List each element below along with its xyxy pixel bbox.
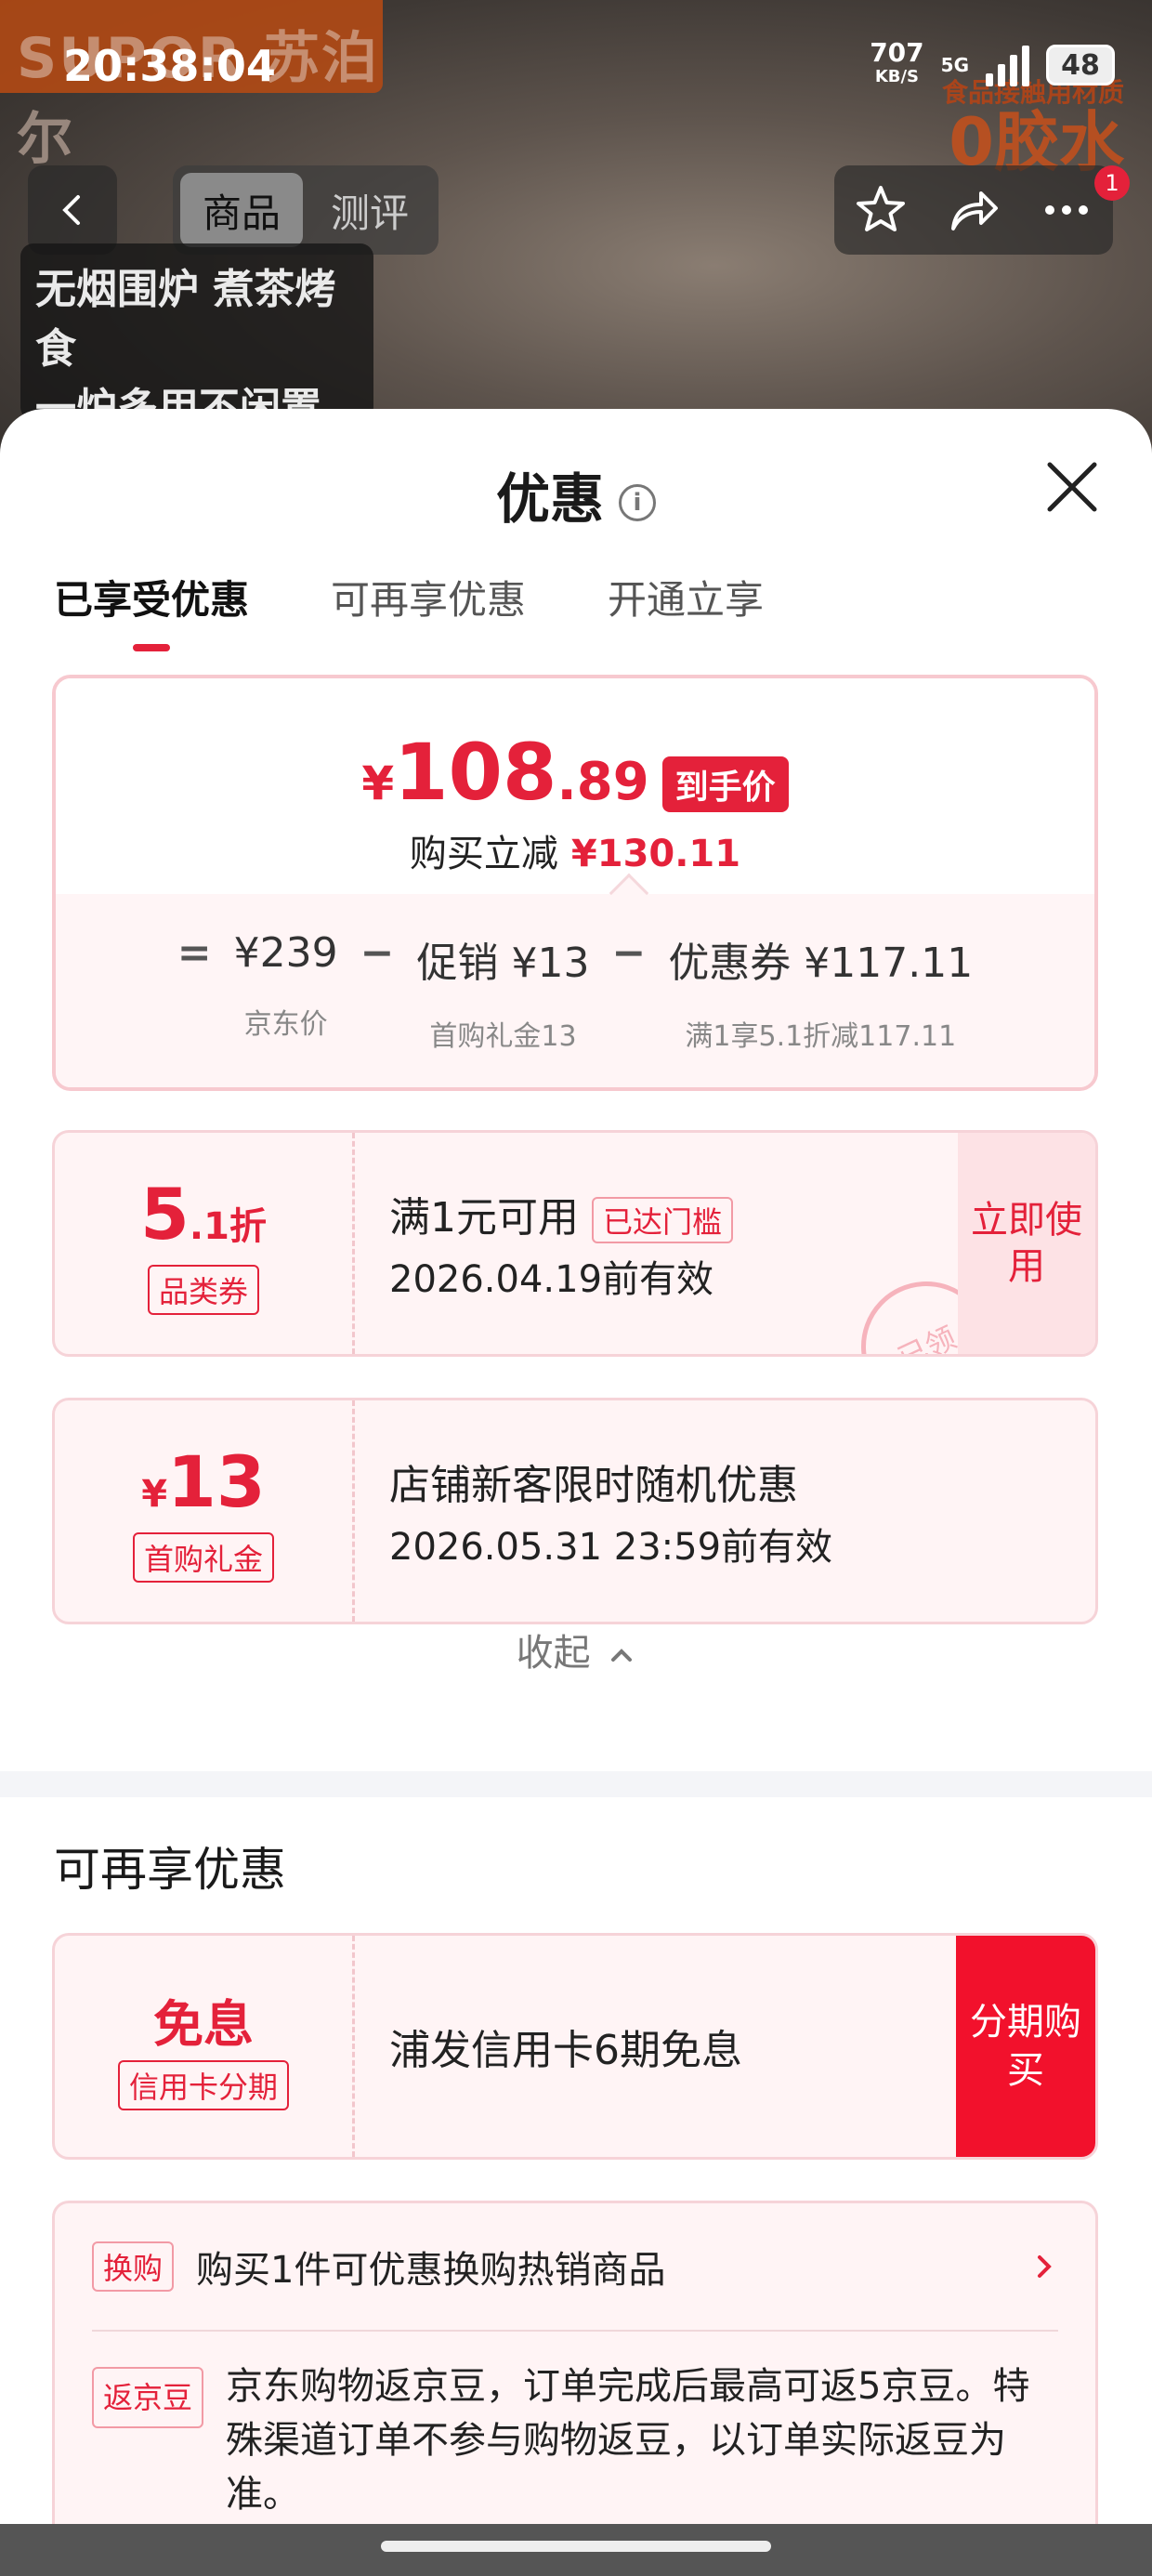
tab-more-available[interactable]: 可再享优惠 (331, 569, 526, 625)
gift-value: ¥13 首购礼金 (55, 1400, 352, 1622)
status-time: 20:38:04 (63, 41, 276, 91)
star-icon[interactable] (853, 182, 909, 238)
minus-sign: − (360, 929, 395, 977)
tab-reviews[interactable]: 测评 (308, 173, 431, 247)
discount-sheet: 优惠 i 已享受优惠 可再享优惠 开通立享 ¥108.89 到手价 购买立减 ¥130… (0, 409, 1152, 2576)
tab-product[interactable]: 商品 (180, 173, 303, 247)
tab-enjoyed[interactable]: 已享受优惠 (54, 569, 249, 651)
gift-type-tag: 首购礼金 (132, 1531, 274, 1583)
back-button[interactable] (28, 165, 117, 255)
signal-icon (986, 44, 1029, 86)
first-purchase-gift: ¥13 首购礼金 店铺新客限时随机优惠 2026.05.31 23:59前有效 (52, 1398, 1098, 1624)
network-type: 5G (940, 54, 969, 76)
reduce-line: 购买立减 ¥130.11 (409, 833, 741, 875)
installment-buy-button[interactable]: 分期购买 (956, 1936, 1095, 2157)
discount-tabs: 已享受优惠 可再享优惠 开通立享 (54, 569, 764, 651)
category-coupon: 5.1折 品类券 满1元可用 已达门槛 2026.04.19前有效 已领 立即使用 (52, 1130, 1098, 1357)
installment-value: 免息 信用卡分期 (55, 1936, 352, 2157)
battery-icon: 48 (1046, 45, 1115, 85)
minus-sign: − (611, 929, 647, 977)
more-icon[interactable] (1039, 182, 1094, 238)
brand-logo: SUPOR 苏泊尔 (17, 26, 380, 172)
coupon-value: 5.1折 品类券 (55, 1133, 352, 1354)
price-breakdown: = ¥239 京东价 − 促销 ¥13 首购礼金13 − 优惠券 ¥117.11… (56, 894, 1094, 1087)
promo-deduction: 促销 ¥13 首购礼金13 (416, 940, 590, 1053)
jingdou-text: 京东购物返京豆，订单完成后最高可返5京豆。特殊渠道订单不参与购物返豆，以订单实际… (226, 2365, 1030, 2516)
final-price-tag: 到手价 (661, 756, 789, 812)
price-summary: ¥108.89 到手价 购买立减 ¥130.11 = ¥239 京东价 − 促销 ¥… (52, 675, 1098, 1091)
gift-expiry: 2026.05.31 23:59前有效 (389, 1526, 833, 1569)
final-price: ¥108.89 到手价 (56, 727, 1094, 823)
chevron-up-icon (611, 1649, 633, 1662)
coupon-deduction: 优惠券 ¥117.11 满1享5.1折减117.11 (668, 940, 974, 1053)
other-offers: 换购 购买1件可优惠换购热销商品 返京豆 京东购物返京豆，订单完成后最高可返5京… (52, 2201, 1098, 2576)
equals-sign: = (177, 929, 212, 977)
swap-offer[interactable]: 换购 购买1件可优惠换购热销商品 (92, 2203, 1058, 2332)
network-speed: 707 KB/S (870, 37, 924, 87)
section-separator (0, 1771, 1152, 1797)
info-icon[interactable]: i (619, 483, 656, 521)
threshold-badge: 已达门槛 (592, 1197, 734, 1243)
tab-activate[interactable]: 开通立享 (608, 569, 764, 625)
installment-tag: 信用卡分期 (117, 2059, 289, 2110)
close-icon[interactable] (1044, 459, 1100, 515)
swap-tag: 换购 (92, 2241, 175, 2292)
nav-tabs: 商品 测评 (173, 165, 439, 255)
installment-offer: 免息 信用卡分期 浦发信用卡6期免息 分期购买 (52, 1933, 1098, 2160)
status-icons: 707 KB/S 5G 48 (870, 37, 1115, 89)
sheet-title: 优惠 i (0, 455, 1152, 533)
coupon-expiry: 2026.04.19前有效 (389, 1258, 714, 1301)
use-now-button[interactable]: 立即使用 (958, 1133, 1095, 1354)
swap-text: 购买1件可优惠换购热销商品 (196, 2249, 666, 2292)
jd-price: ¥239 京东价 (233, 929, 338, 1041)
home-indicator[interactable] (381, 2541, 771, 2552)
gift-info: 店铺新客限时随机优惠 2026.05.31 23:59前有效 (389, 1462, 833, 1569)
share-icon[interactable] (946, 182, 1001, 238)
nav-actions (834, 165, 1113, 255)
jingdou-tag: 返京豆 (92, 2367, 204, 2428)
jingdou-offer: 返京豆 京东购物返京豆，订单完成后最高可返5京豆。特殊渠道订单不参与购物返豆，以… (92, 2359, 1058, 2521)
installment-info: 浦发信用卡6期免息 (389, 2027, 742, 2074)
coupon-type-tag: 品类券 (147, 1264, 259, 1315)
product-slogan: 无烟围炉 煮茶烤食 一炉多用不闲置 (20, 243, 373, 432)
more-section-title: 可再享优惠 (54, 1843, 286, 1897)
notification-badge: 1 (1094, 165, 1130, 201)
collapse-button[interactable]: 收起 (0, 1623, 1152, 1676)
chevron-left-icon (62, 195, 80, 225)
chevron-right-icon (1038, 2255, 1052, 2278)
coupon-info: 满1元可用 已达门槛 2026.04.19前有效 (389, 1133, 734, 1354)
